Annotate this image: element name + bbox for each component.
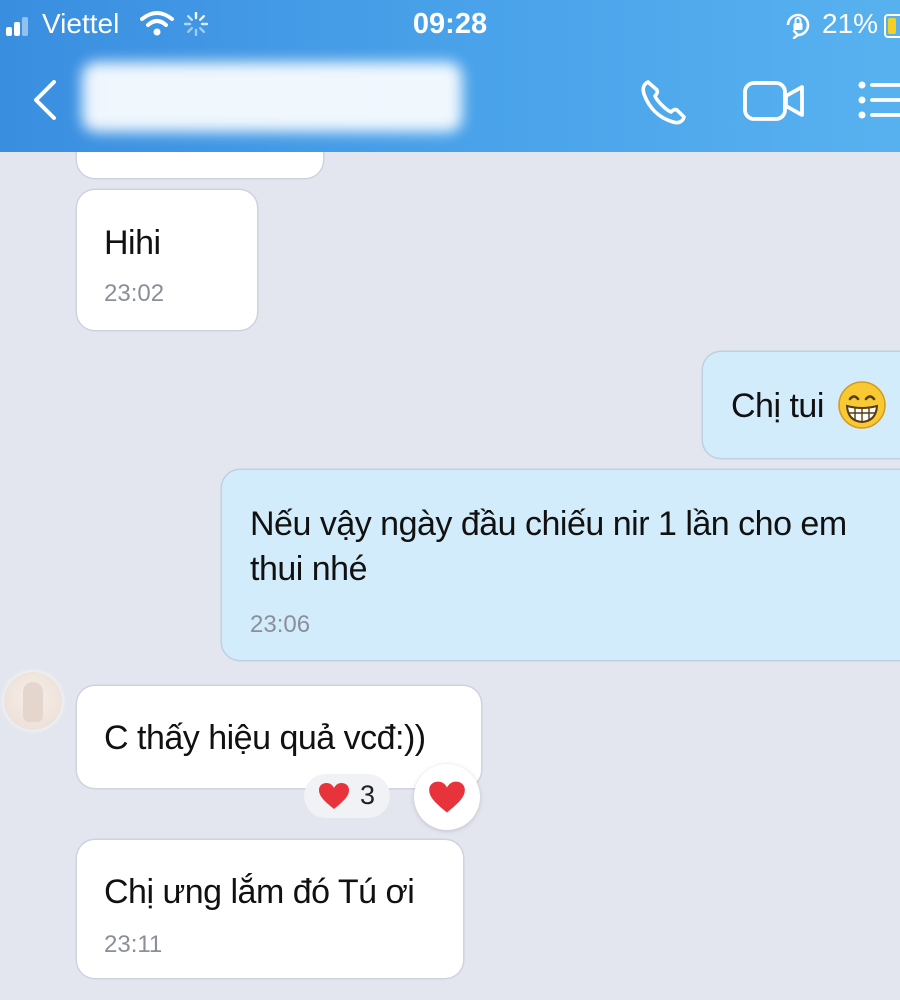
message-text: Chị ưng lắm đó Tú ơi [104, 873, 415, 911]
heart-icon [319, 783, 349, 809]
rotation-lock-icon [786, 13, 810, 39]
back-icon[interactable] [26, 78, 66, 122]
menu-icon[interactable] [856, 80, 900, 120]
message-time: 23:02 [104, 280, 165, 307]
reaction-summary[interactable]: 3 [304, 774, 390, 818]
reaction-count: 3 [360, 780, 376, 810]
message-bubble-incoming[interactable]: Hihi 23:02 [77, 190, 257, 330]
chat-thread[interactable]: Hihi 23:02 Chị tui Nếu vậy ngày đầu chiế… [0, 152, 900, 1000]
message-text-line: thui nhé [250, 550, 368, 588]
heart-icon [429, 781, 465, 813]
message-bubble-outgoing[interactable]: Chị tui [703, 352, 900, 458]
status-bar: Viettel 09:28 21% [0, 0, 900, 50]
message-bubble-outgoing[interactable]: Nếu vậy ngày đầu chiếu nir 1 lần cho em … [222, 470, 900, 660]
message-bubble-incoming[interactable]: Chị ưng lắm đó Tú ơi 23:11 [77, 840, 463, 978]
contact-name-blurred[interactable] [82, 62, 462, 132]
battery-percent: 21% [822, 8, 879, 39]
chat-header: Viettel 09:28 21% [0, 0, 900, 152]
grinning-face-icon [838, 381, 886, 429]
message-text-line: Nếu vậy ngày đầu chiếu nir 1 lần cho em [250, 505, 847, 543]
phone-icon[interactable] [638, 76, 690, 128]
battery-icon [884, 14, 900, 38]
message-text: C thấy hiệu quả vcđ:)) [104, 719, 426, 757]
clock: 09:28 [412, 8, 488, 40]
avatar[interactable] [4, 672, 62, 730]
message-text: Hihi [104, 224, 161, 262]
message-time: 23:06 [250, 611, 311, 638]
video-camera-icon[interactable] [742, 78, 806, 124]
message-time: 23:11 [104, 931, 163, 958]
react-heart-button[interactable] [414, 764, 480, 830]
message-bubble-incoming[interactable]: C thấy hiệu quả vcđ:)) [77, 686, 481, 788]
message-text: Chị tui [731, 387, 824, 425]
message-bubble-partial[interactable] [77, 152, 323, 178]
